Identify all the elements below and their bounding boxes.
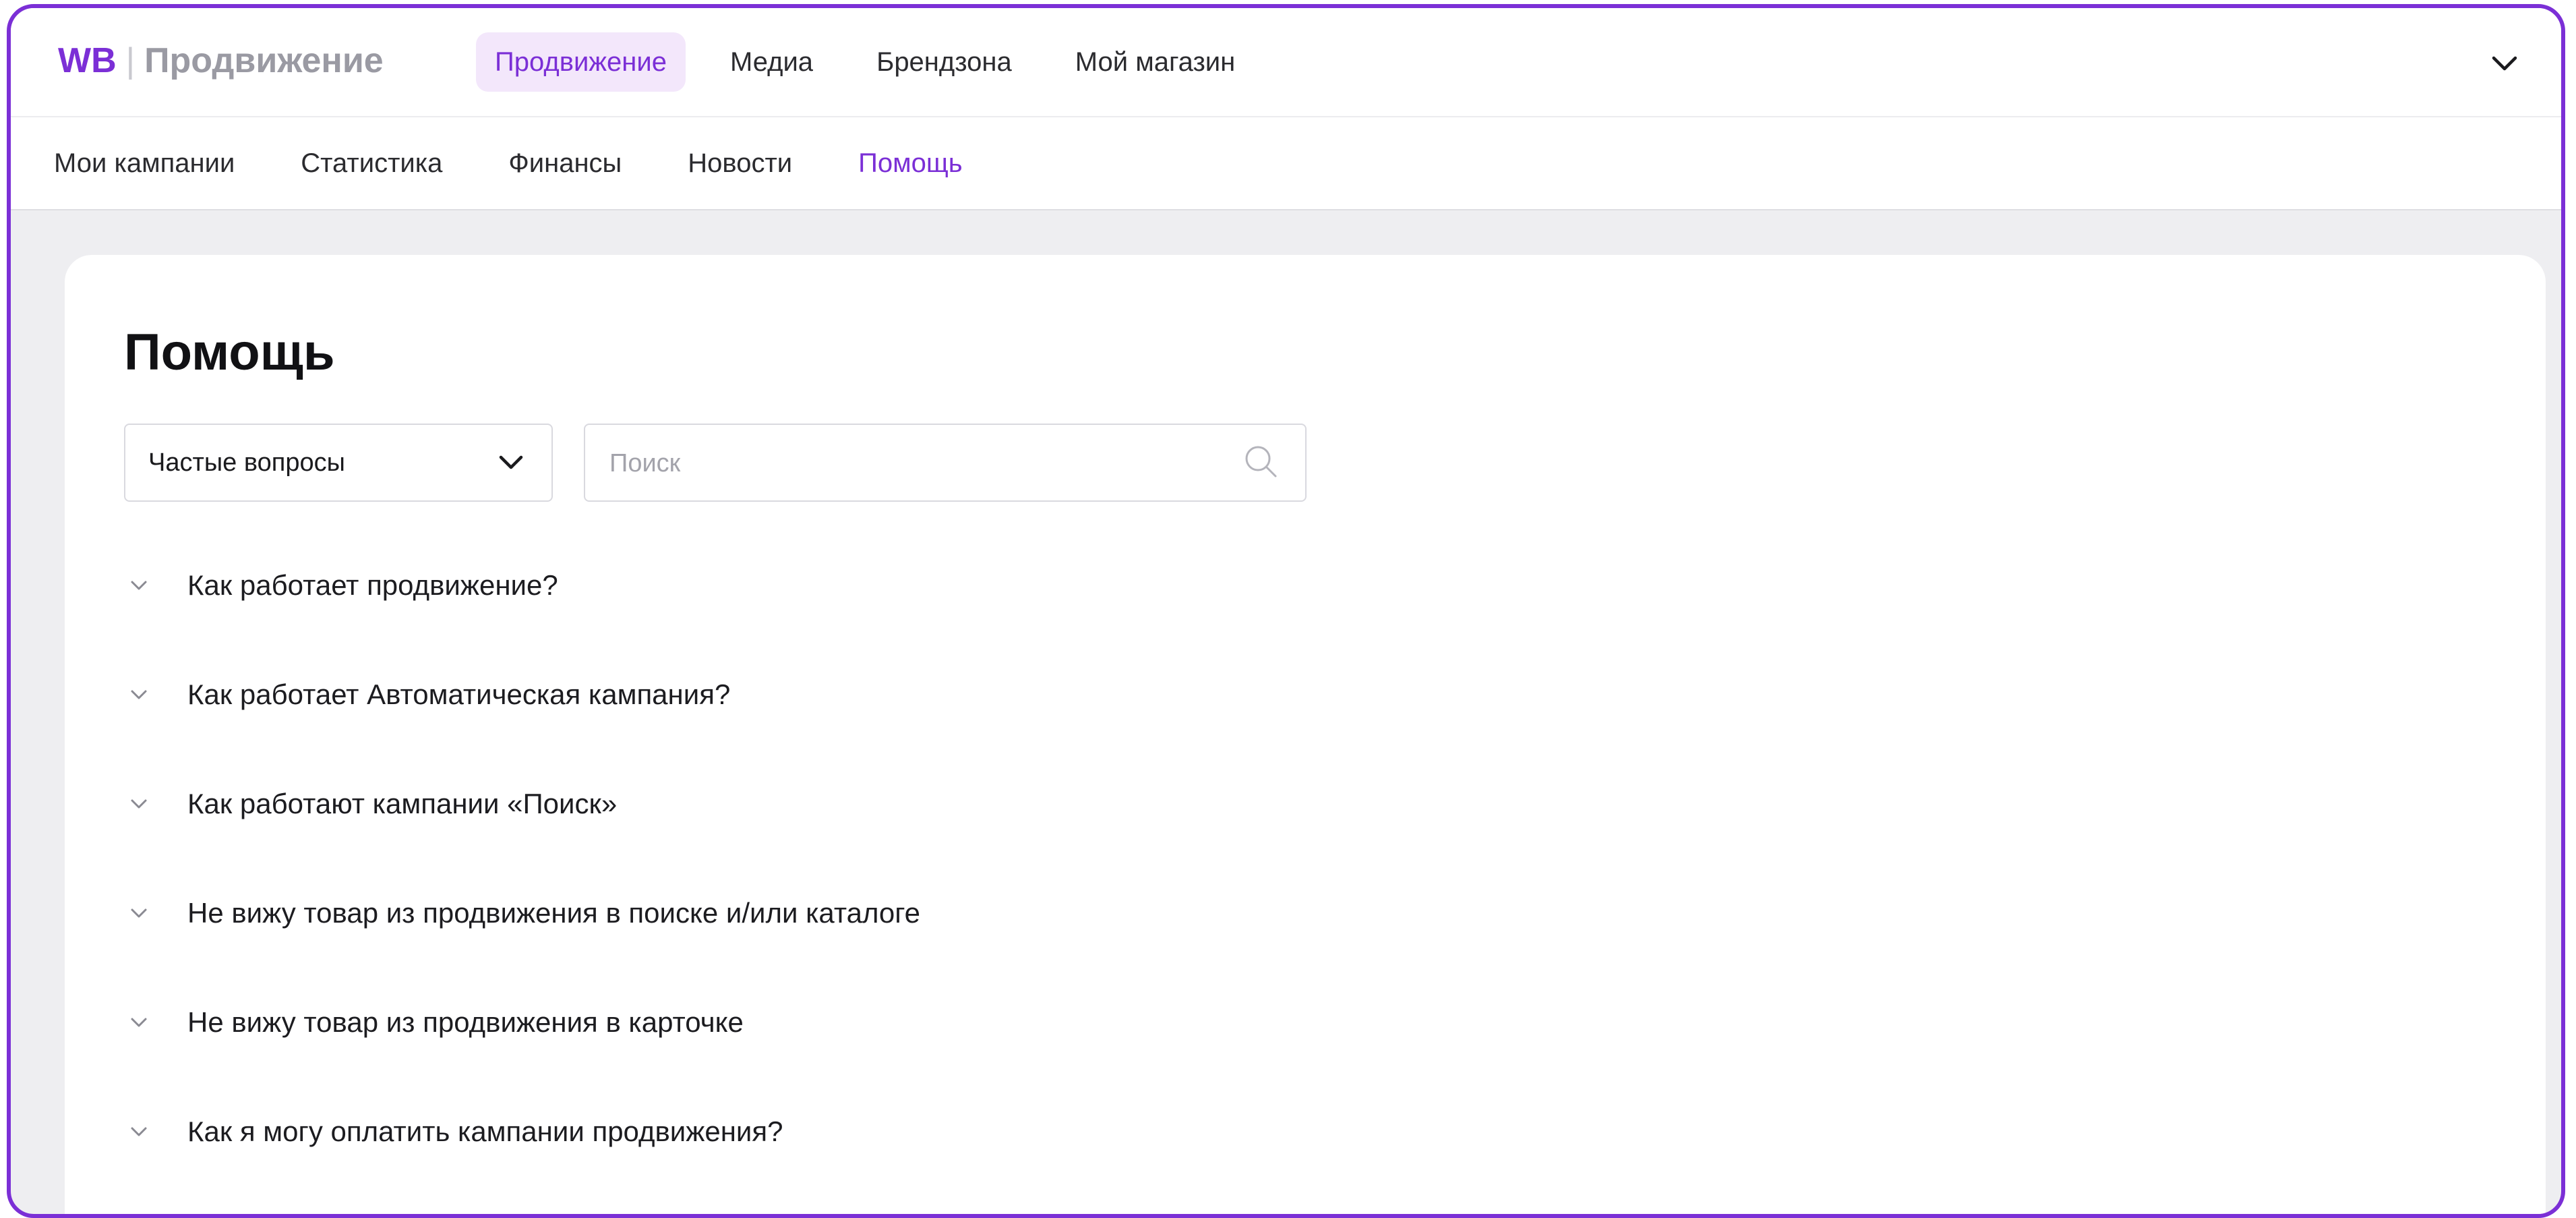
faq-item[interactable]: Не вижу товар из продвижения в карточке [124, 995, 744, 1049]
chevron-down-icon [131, 581, 147, 590]
sub-nav-item-statistics[interactable]: Статистика [301, 148, 442, 179]
chevron-down-icon [131, 799, 147, 809]
sub-nav-item-finances[interactable]: Финансы [508, 148, 622, 179]
sub-nav-item-my-campaigns[interactable]: Мои кампании [54, 148, 235, 179]
faq-question: Не вижу товар из продвижения в поиске и/… [187, 897, 921, 929]
faq-item[interactable]: Как работает Автоматическая кампания? [124, 668, 730, 722]
top-nav-item-my-shop[interactable]: Мой магазин [1056, 32, 1255, 92]
top-nav: Продвижение Медиа Брендзона Мой магазин [476, 32, 1280, 92]
top-nav-item-promotion[interactable]: Продвижение [476, 32, 686, 92]
faq-item[interactable]: Не вижу товар из продвижения в поиске и/… [124, 886, 920, 940]
logo-product: Продвижение [144, 41, 384, 80]
search-icon[interactable] [1240, 441, 1281, 482]
chevron-down-icon [131, 908, 147, 918]
chevron-down-icon [131, 1018, 147, 1027]
top-nav-item-brandzone[interactable]: Брендзона [858, 32, 1031, 92]
sub-nav: Мои кампании Статистика Финансы Новости … [54, 117, 1029, 209]
search-box [584, 424, 1307, 502]
chevron-down-icon [131, 690, 147, 699]
logo-separator: | [125, 41, 136, 80]
page-title: Помощь [124, 324, 335, 381]
chevron-down-icon [499, 455, 523, 469]
chevron-down-icon[interactable] [2488, 47, 2521, 80]
top-nav-item-media[interactable]: Медиа [711, 32, 832, 92]
logo[interactable]: WB | Продвижение [58, 40, 384, 81]
chevron-down-icon [131, 1127, 147, 1136]
category-select[interactable]: Частые вопросы [124, 424, 553, 502]
sub-header: Мои кампании Статистика Финансы Новости … [11, 117, 2561, 210]
faq-question: Как работают кампании «Поиск» [187, 788, 618, 819]
search-input[interactable] [608, 425, 1204, 502]
faq-question: Как я могу оплатить кампании продвижения… [187, 1115, 783, 1147]
faq-question: Как работает Автоматическая кампания? [187, 678, 731, 710]
faq-question: Не вижу товар из продвижения в карточке [187, 1006, 744, 1038]
help-card: Помощь Частые вопросы Как работает продв… [65, 255, 2546, 1214]
sub-nav-item-help[interactable]: Помощь [858, 148, 963, 179]
faq-question: Как работает продвижение? [187, 569, 558, 601]
faq-item[interactable]: Как работает продвижение? [124, 558, 558, 612]
app-window: WB | Продвижение Продвижение Медиа Брендзо… [7, 4, 2565, 1218]
faq-item[interactable]: Как работают кампании «Поиск» [124, 777, 617, 831]
faq-item[interactable]: Как я могу оплатить кампании продвижения… [124, 1105, 783, 1159]
top-header: WB | Продвижение Продвижение Медиа Брендзо… [11, 8, 2561, 117]
sub-nav-item-news[interactable]: Новости [688, 148, 792, 179]
category-select-value: Частые вопросы [148, 448, 345, 477]
logo-brand: WB [58, 41, 117, 80]
